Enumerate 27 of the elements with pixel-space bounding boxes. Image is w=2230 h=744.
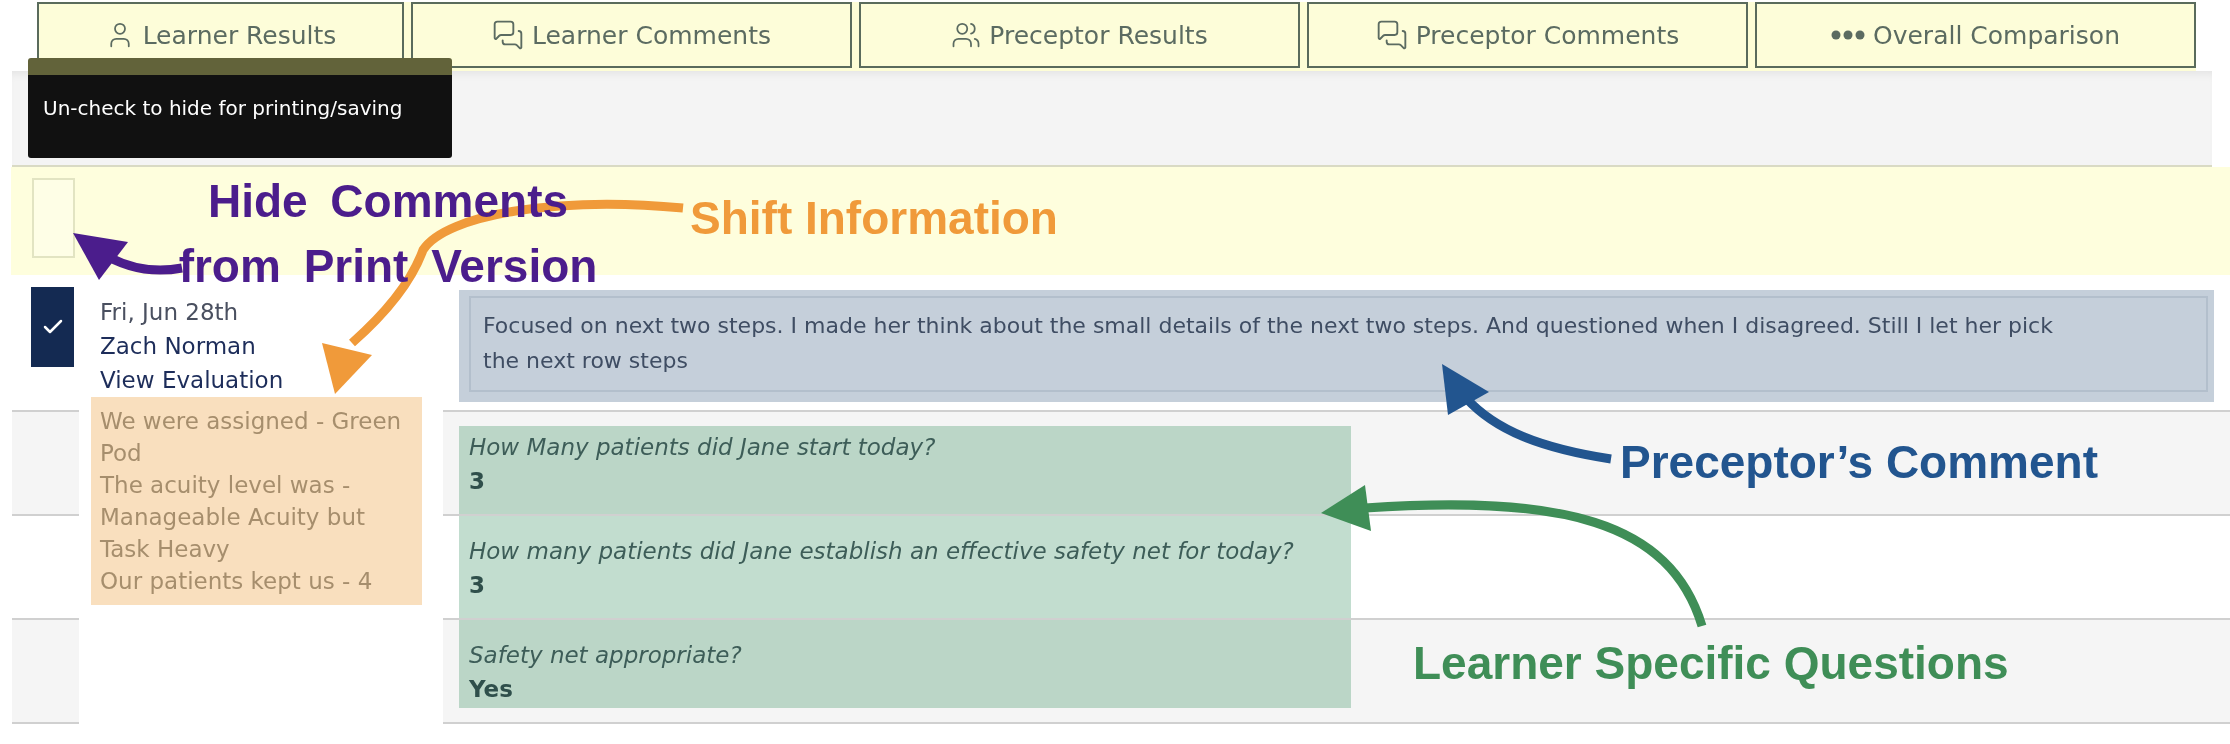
chat-bubbles-icon — [492, 19, 524, 51]
tooltip: Un-check to hide for printing/saving — [28, 58, 452, 158]
annotation-label: Hide Comments from Print Version — [177, 174, 599, 294]
answer-text: 3 — [469, 571, 486, 600]
view-evaluation-link[interactable]: View Evaluation — [100, 363, 284, 397]
shift-info-line: Our patients kept us - 4 — [100, 567, 374, 596]
comment-text: Focused on next two steps. I made her think about the small details of the next two steps. And questioned when I disagreed. Still I let her pick the next row steps — [469, 296, 2208, 392]
answer-text: 3 — [469, 467, 486, 496]
shift-info-line: We were assigned - Green Pod — [100, 407, 403, 468]
chat-bubbles-icon — [1375, 19, 1408, 51]
tab[interactable]: Preceptor Results — [859, 2, 1300, 68]
date-text: Fri, Jun 28th — [99, 298, 240, 327]
question-text: How Many patients did Jane start today? — [469, 433, 937, 462]
tab[interactable]: Preceptor Comments — [1307, 2, 1748, 68]
annotation-label: Preceptor’s Comment — [1620, 435, 2098, 490]
checkbox[interactable] — [31, 287, 74, 367]
tab[interactable]: Learner Comments — [411, 2, 852, 68]
question-text: How many patients did Jane establish an effective safety net for today? — [469, 537, 1295, 566]
tab[interactable]: Overall Comparison — [1755, 2, 2196, 68]
preceptor-name: Zach Norman — [99, 332, 257, 361]
question-text: Safety net appropriate? — [469, 641, 743, 670]
annotation-label: Shift Information — [690, 191, 1058, 246]
answer-text: Yes — [469, 675, 514, 704]
annotation-label: Learner Specific Questions — [1413, 636, 2009, 691]
shift-info-line: The acuity level was - Manageable Acuity but Task Heavy — [100, 471, 366, 564]
dots-icon — [1831, 30, 1865, 40]
people-icon — [951, 20, 982, 50]
